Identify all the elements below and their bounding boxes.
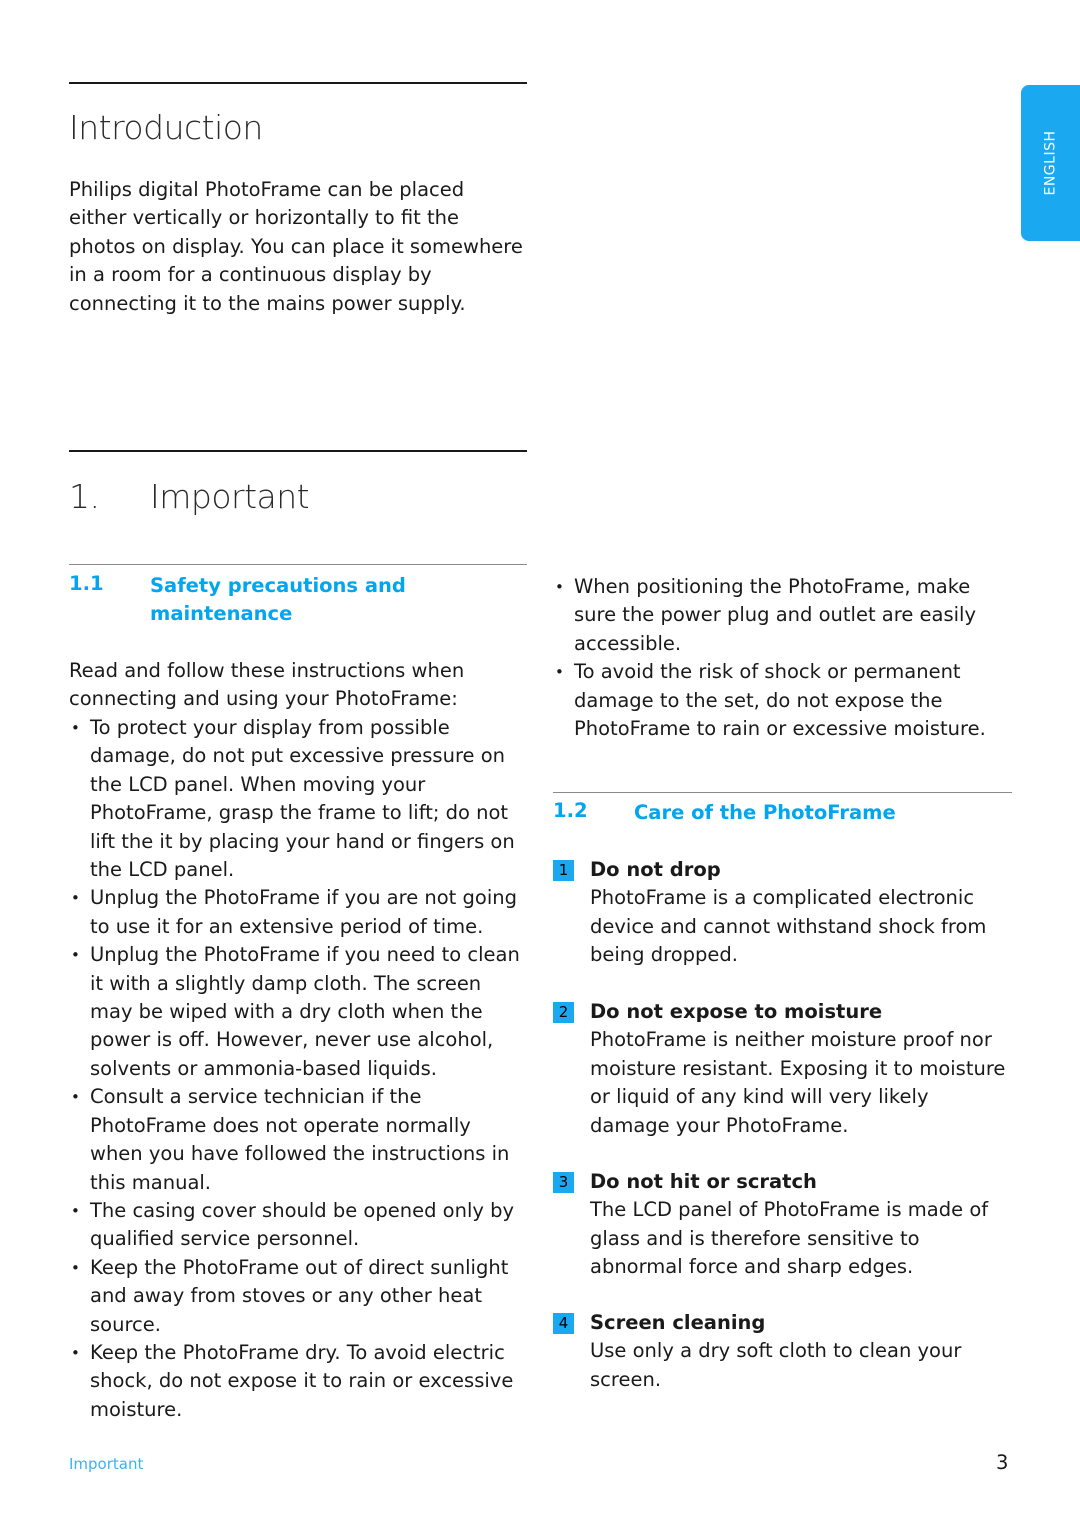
care-item-title: Do not hit or scratch (590, 1170, 817, 1193)
care-item-body: PhotoFrame is neither moisture proof nor… (590, 1028, 1006, 1137)
care-item-number: 4 (553, 1313, 574, 1334)
section-1-2-number: 1.2 (553, 799, 588, 822)
section-1-1-rule (69, 564, 527, 565)
chapter-number: 1. (69, 477, 100, 516)
safety-bullet: Keep the PhotoFrame out of direct sunlig… (69, 1254, 524, 1339)
chapter-rule (69, 450, 527, 452)
section-1-1-title: Safety precautions and maintenance (150, 574, 406, 626)
safety-bullet: When positioning the PhotoFrame, make su… (553, 573, 993, 658)
section-1-1-number: 1.1 (69, 572, 104, 595)
safety-bullet: Consult a service technician if the Phot… (69, 1083, 524, 1197)
chapter-title: Important (150, 477, 310, 516)
care-item-body: Use only a dry soft cloth to clean your … (590, 1339, 962, 1391)
page-number: 3 (996, 1451, 1009, 1474)
footer-section-label: Important (69, 1455, 144, 1473)
section-1-2-title: Care of the PhotoFrame (634, 801, 896, 824)
care-item-number: 2 (553, 1002, 574, 1023)
language-tab-label: ENGLISH (1042, 130, 1059, 196)
care-item-title: Do not drop (590, 858, 721, 881)
care-item-number: 3 (553, 1172, 574, 1193)
safety-bullet: Keep the PhotoFrame dry. To avoid electr… (69, 1339, 524, 1424)
introduction-heading: Introduction (69, 108, 263, 147)
safety-bullet: Unplug the PhotoFrame if you need to cle… (69, 941, 524, 1083)
language-tab: ENGLISH (1021, 85, 1080, 241)
care-item-body: PhotoFrame is a complicated electronic d… (590, 886, 987, 967)
care-item-title: Screen cleaning (590, 1311, 766, 1334)
introduction-body: Philips digital PhotoFrame can be placed… (69, 178, 523, 315)
care-item-body: The LCD panel of PhotoFrame is made of g… (590, 1198, 989, 1279)
safety-bullet-list: To protect your display from possible da… (69, 714, 524, 1424)
care-item-title: Do not expose to moisture (590, 1000, 883, 1023)
care-item-number: 1 (553, 860, 574, 881)
introduction-rule (69, 82, 527, 84)
safety-bullet: To protect your display from possible da… (69, 714, 524, 884)
section-1-1-intro: Read and follow these instructions when … (69, 659, 465, 711)
safety-bullet: The casing cover should be opened only b… (69, 1197, 524, 1254)
safety-bullet: Unplug the PhotoFrame if you are not goi… (69, 884, 524, 941)
safety-bullet-list-continued: When positioning the PhotoFrame, make su… (553, 573, 993, 743)
safety-bullet: To avoid the risk of shock or permanent … (553, 658, 993, 743)
section-1-2-rule (553, 792, 1012, 793)
